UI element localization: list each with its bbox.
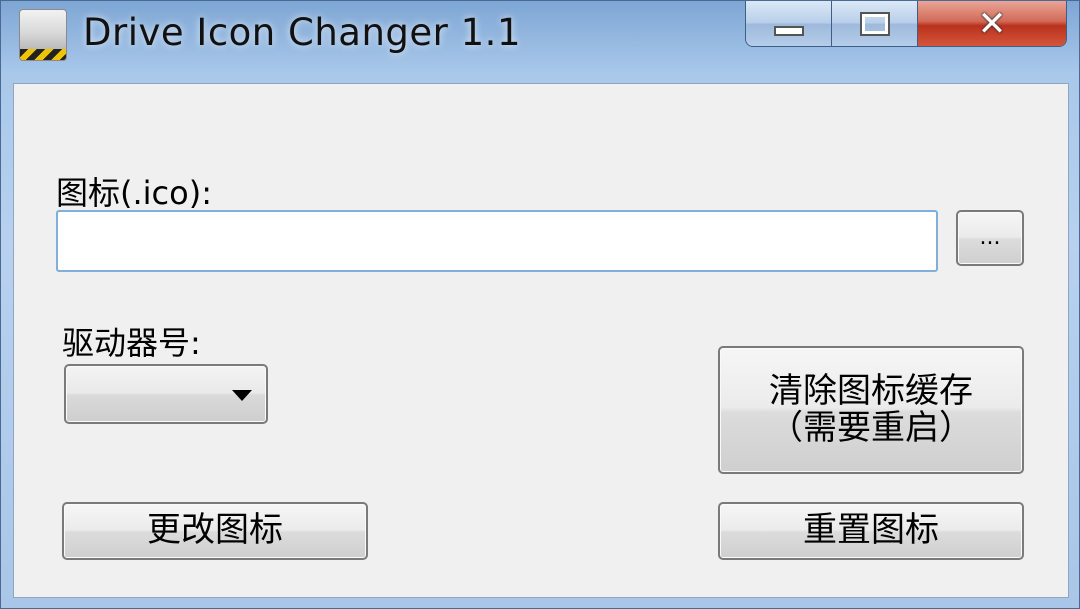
clear-icon-cache-button[interactable]: 清除图标缓存 （需要重启） xyxy=(718,346,1024,474)
client-area: 图标(.ico): ... 驱动器号: 清除图标缓存 （需要重启） 更改图标 重… xyxy=(13,83,1069,598)
drive-letter-label: 驱动器号: xyxy=(62,324,201,362)
window-title: Drive Icon Changer 1.1 xyxy=(83,11,521,54)
clear-cache-note: （需要重启） xyxy=(769,408,973,448)
close-icon: ✕ xyxy=(977,3,1007,44)
app-window: Drive Icon Changer 1.1 ✕ 图标(.ico): ... 驱… xyxy=(0,0,1080,609)
minimize-button[interactable] xyxy=(746,1,832,46)
change-icon-button[interactable]: 更改图标 xyxy=(62,502,368,560)
maximize-button[interactable] xyxy=(832,1,918,46)
title-bar[interactable]: Drive Icon Changer 1.1 ✕ xyxy=(1,1,1080,81)
browse-button[interactable]: ... xyxy=(956,210,1024,266)
icon-path-input[interactable] xyxy=(56,210,938,272)
clear-cache-label: 清除图标缓存 xyxy=(769,370,973,411)
caption-buttons: ✕ xyxy=(745,1,1067,47)
maximize-icon xyxy=(859,11,890,36)
minimize-icon xyxy=(773,25,804,36)
reset-icon-button[interactable]: 重置图标 xyxy=(718,502,1024,560)
drive-icon xyxy=(19,9,67,61)
icon-path-label: 图标(.ico): xyxy=(56,174,212,212)
chevron-down-icon xyxy=(232,390,252,401)
hazard-stripe xyxy=(20,49,66,60)
close-button[interactable]: ✕ xyxy=(918,1,1066,46)
drive-letter-select[interactable] xyxy=(64,364,268,424)
